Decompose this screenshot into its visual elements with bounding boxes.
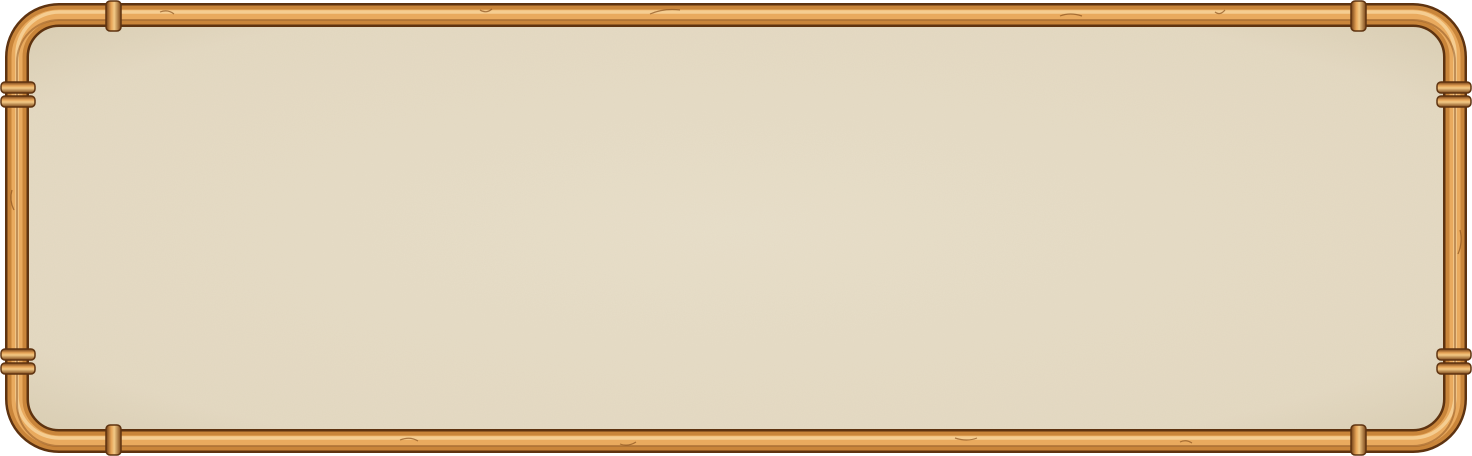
parchment-background bbox=[18, 16, 1454, 440]
joint-bottom-left bbox=[105, 424, 122, 456]
joint-top-left bbox=[105, 0, 122, 32]
joint-bottom-right bbox=[1350, 424, 1367, 456]
joint-top-right bbox=[1350, 0, 1367, 32]
copper-frame-panel bbox=[0, 0, 1472, 456]
copper-pipe-frame bbox=[0, 0, 1472, 456]
